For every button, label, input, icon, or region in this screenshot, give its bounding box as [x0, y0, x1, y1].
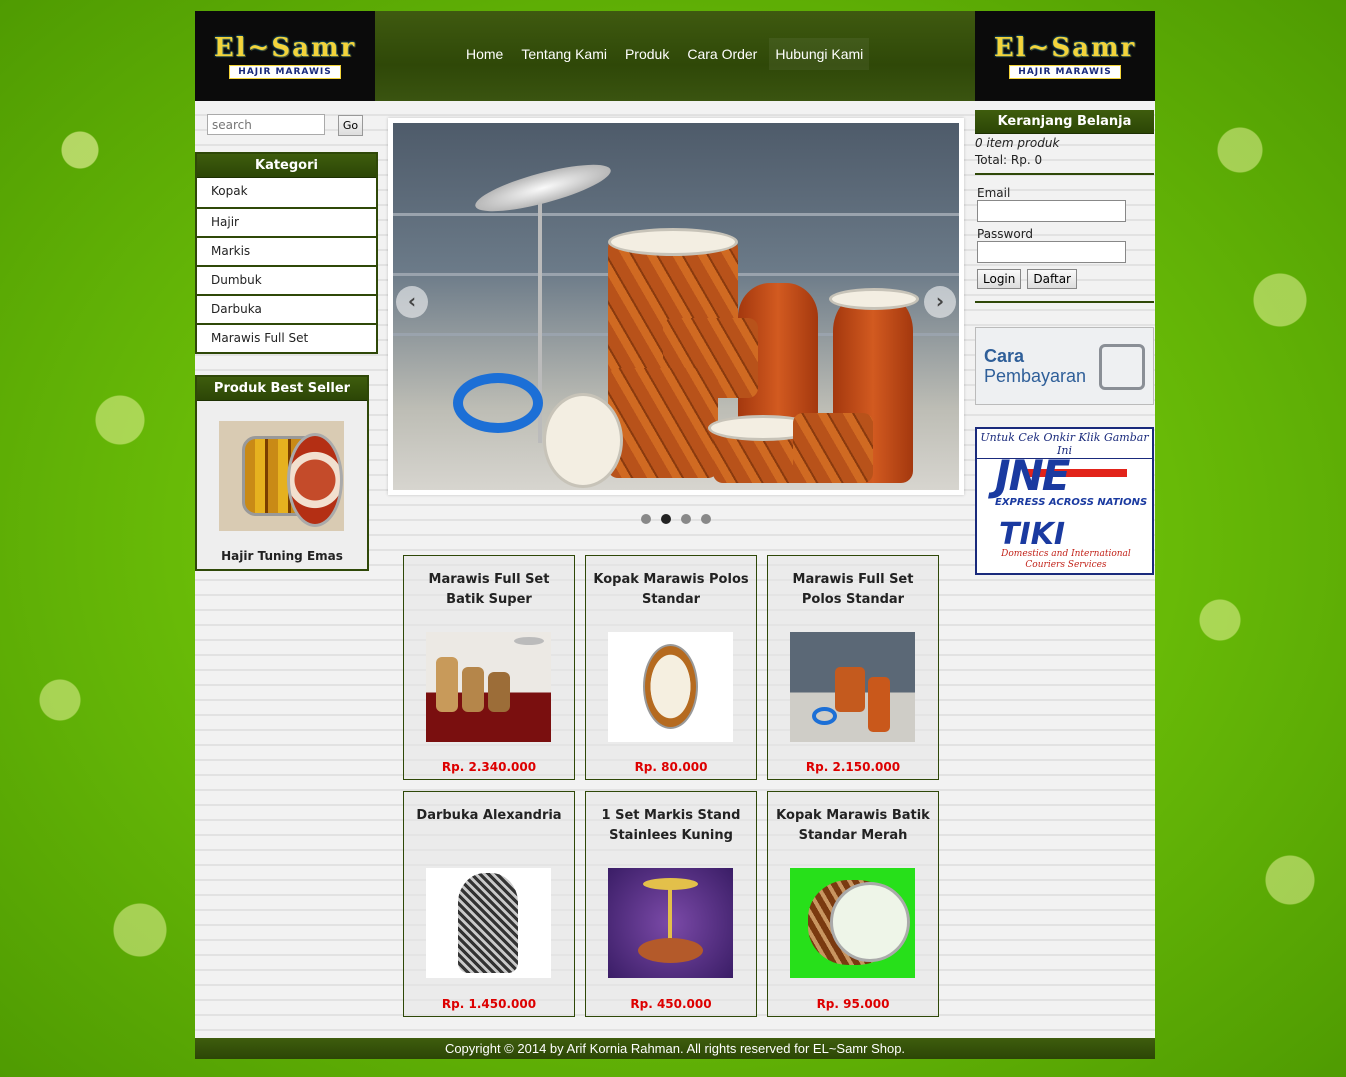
nav-home[interactable]: Home — [460, 38, 509, 70]
logo-text: El~Samr — [213, 33, 357, 63]
category-title: Kategori — [197, 154, 376, 178]
product-price: Rp. 1.450.000 — [441, 997, 537, 1011]
category-item-dumbuk[interactable]: Dumbuk — [197, 265, 376, 294]
password-field[interactable] — [977, 241, 1126, 263]
register-button[interactable]: Daftar — [1027, 269, 1077, 289]
logo[interactable]: El~Samr HAJIR MARAWIS — [195, 11, 375, 101]
nav-produk[interactable]: Produk — [619, 38, 675, 70]
logo-right: El~Samr HAJIR MARAWIS — [975, 11, 1155, 101]
product-card[interactable]: Kopak Marawis Polos Standar Rp. 80.000 — [585, 555, 757, 780]
category-item-kopak[interactable]: Kopak — [197, 178, 376, 207]
payment-info-banner[interactable]: Cara Pembayaran — [975, 327, 1154, 405]
product-price: Rp. 80.000 — [634, 760, 708, 774]
cart-title: Keranjang Belanja — [975, 110, 1154, 134]
image-slider: ‹ › — [388, 118, 964, 495]
product-name[interactable]: Marawis Full Set Polos Standar — [772, 570, 934, 610]
drum-picture — [241, 433, 343, 527]
main-nav: Home Tentang Kami Produk Cara Order Hubu… — [460, 36, 870, 72]
logo-text: El~Samr — [993, 33, 1137, 63]
product-card[interactable]: Kopak Marawis Batik Standar Merah Rp. 95… — [767, 791, 939, 1017]
search-go-button[interactable]: Go — [338, 115, 363, 136]
product-price: Rp. 450.000 — [630, 997, 712, 1011]
slider-prev-icon[interactable]: ‹ — [396, 286, 428, 318]
product-name[interactable]: Marawis Full Set Batik Super — [408, 570, 570, 610]
footer: Copyright © 2014 by Arif Kornia Rahman. … — [195, 1038, 1155, 1059]
category-item-darbuka[interactable]: Darbuka — [197, 294, 376, 323]
payment-card-icon — [1099, 344, 1145, 390]
payment-line1: Cara — [984, 346, 1025, 366]
slider-dot-1[interactable] — [641, 514, 651, 524]
logo-subtitle: HAJIR MARAWIS — [1009, 65, 1121, 79]
product-image[interactable] — [790, 632, 915, 742]
best-seller-image[interactable] — [219, 421, 344, 531]
payment-line2: Pembayaran — [984, 366, 1087, 386]
tiki-logo: TIKI — [999, 517, 1066, 552]
login-button[interactable]: Login — [977, 269, 1022, 289]
product-card[interactable]: Darbuka Alexandria Rp. 1.450.000 — [403, 791, 575, 1017]
login-form: Email Password Login Daftar — [977, 185, 1126, 289]
nav-tentang-kami[interactable]: Tentang Kami — [515, 38, 613, 70]
product-price: Rp. 95.000 — [816, 997, 890, 1011]
cart-info: 0 item produk Total: Rp. 0 — [975, 135, 1059, 169]
jne-tagline: EXPRESS ACROSS NATIONS — [995, 497, 1148, 508]
category-item-marawis-full-set[interactable]: Marawis Full Set — [197, 323, 376, 352]
product-price: Rp. 2.340.000 — [441, 760, 537, 774]
divider — [975, 173, 1154, 175]
best-seller-box: Produk Best Seller Hajir Tuning Emas — [195, 375, 369, 571]
category-list: Kopak Hajir Markis Dumbuk Darbuka Marawi… — [197, 178, 376, 352]
product-image[interactable] — [790, 868, 915, 978]
best-seller-title: Produk Best Seller — [197, 377, 367, 401]
slider-dot-3[interactable] — [681, 514, 691, 524]
product-name[interactable]: Kopak Marawis Batik Standar Merah — [772, 806, 934, 846]
email-field[interactable] — [977, 200, 1126, 222]
category-item-hajir[interactable]: Hajir — [197, 207, 376, 236]
courier-check-banner[interactable]: Untuk Cek Onkir Klik Gambar Ini JNE EXPR… — [975, 427, 1154, 575]
product-image[interactable] — [608, 868, 733, 978]
page-container: El~Samr HAJIR MARAWIS Home Tentang Kami … — [195, 11, 1155, 1059]
slider-dots — [641, 514, 711, 524]
header: El~Samr HAJIR MARAWIS Home Tentang Kami … — [195, 11, 1155, 101]
slider-dot-4[interactable] — [701, 514, 711, 524]
search-input[interactable] — [207, 114, 325, 135]
cart-items: 0 item produk — [975, 136, 1060, 150]
nav-cara-order[interactable]: Cara Order — [681, 38, 763, 70]
best-seller-name[interactable]: Hajir Tuning Emas — [197, 549, 367, 563]
product-image[interactable] — [426, 868, 551, 978]
product-image[interactable] — [608, 632, 733, 742]
product-card[interactable]: 1 Set Markis Stand Stainlees Kuning Rp. … — [585, 791, 757, 1017]
product-price: Rp. 2.150.000 — [805, 760, 901, 774]
divider — [975, 301, 1154, 303]
slider-dot-2[interactable] — [661, 514, 671, 524]
email-label: Email — [977, 186, 1011, 200]
nav-hubungi-kami[interactable]: Hubungi Kami — [769, 38, 870, 70]
tiki-tagline: Domestics and International Couriers Ser… — [1001, 549, 1131, 570]
cart-total: Total: Rp. 0 — [975, 153, 1043, 167]
product-card[interactable]: Marawis Full Set Batik Super Rp. 2.340.0… — [403, 555, 575, 780]
product-name[interactable]: Kopak Marawis Polos Standar — [590, 570, 752, 610]
logo-subtitle: HAJIR MARAWIS — [229, 65, 341, 79]
product-name[interactable]: Darbuka Alexandria — [408, 806, 570, 826]
category-box: Kategori Kopak Hajir Markis Dumbuk Darbu… — [195, 152, 378, 354]
category-item-markis[interactable]: Markis — [197, 236, 376, 265]
jne-logo: JNE — [995, 451, 1070, 500]
login-buttons: Login Daftar — [977, 269, 1126, 289]
slide-image — [393, 123, 959, 490]
product-name[interactable]: 1 Set Markis Stand Stainlees Kuning — [590, 806, 752, 846]
password-label: Password — [977, 227, 1034, 241]
product-card[interactable]: Marawis Full Set Polos Standar Rp. 2.150… — [767, 555, 939, 780]
slider-next-icon[interactable]: › — [924, 286, 956, 318]
product-image[interactable] — [426, 632, 551, 742]
